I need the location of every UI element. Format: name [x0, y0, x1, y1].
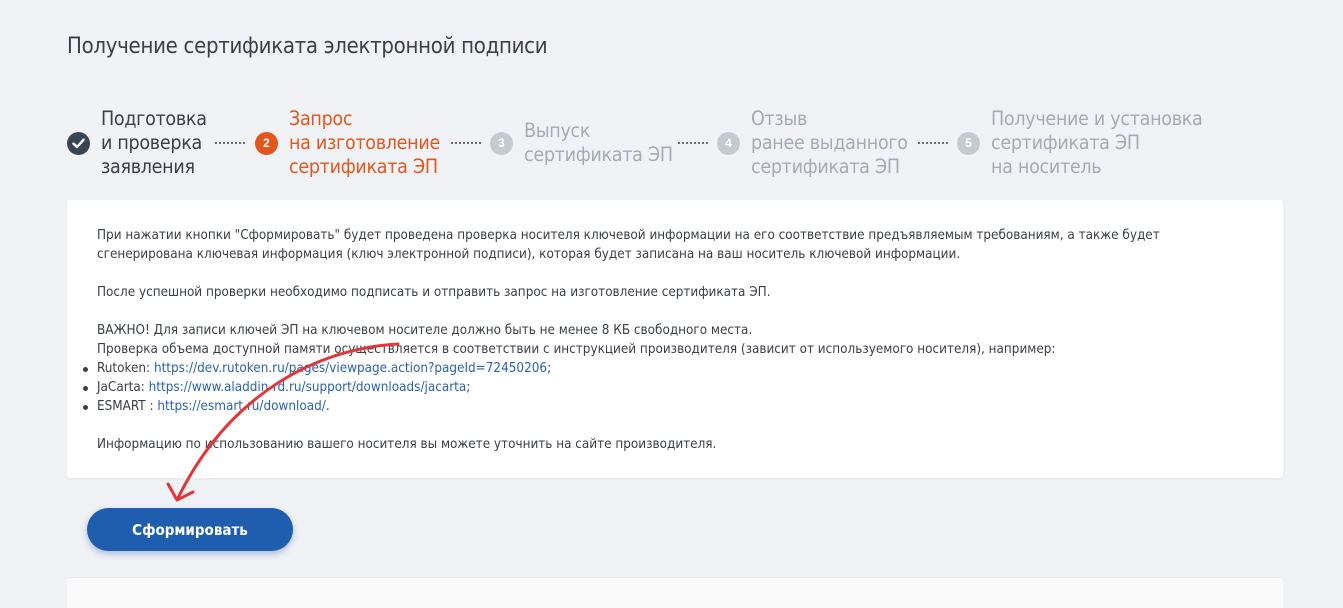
generate-button[interactable]: Сформировать — [87, 508, 293, 551]
step-connector — [215, 142, 245, 144]
info-card: При нажатии кнопки "Сформировать" будет … — [67, 200, 1283, 478]
vendor-link-list: Rutoken: https://dev.rutoken.ru/pages/vi… — [83, 359, 1257, 416]
step-2-label: Запрос на изготовление сертификата ЭП — [289, 107, 440, 178]
list-item: ESMART : https://esmart.ru/download/. — [83, 397, 1257, 416]
step-4-label: Отзыв ранее выданного сертификата ЭП — [751, 107, 908, 178]
step-connector — [451, 142, 481, 144]
page-title: Получение сертификата электронной подпис… — [67, 34, 548, 59]
step-3: 3 Выпуск сертификата ЭП — [490, 119, 673, 167]
jacarta-link[interactable]: https://www.aladdin-rd.ru/support/downlo… — [149, 380, 467, 395]
check-icon — [67, 131, 90, 155]
important-note: ВАЖНО! Для записи ключей ЭП на ключевом … — [97, 323, 753, 338]
step-connector — [678, 142, 708, 144]
step-number-icon: 5 — [957, 131, 980, 155]
rutoken-link[interactable]: https://dev.rutoken.ru/pages/viewpage.ac… — [154, 361, 547, 376]
step-connector — [918, 142, 948, 144]
next-section-card — [67, 577, 1283, 608]
esmart-link[interactable]: https://esmart.ru/download/ — [157, 399, 325, 414]
step-1: Подготовка и проверка заявления — [67, 107, 207, 179]
step-1-label: Подготовка и проверка заявления — [101, 107, 207, 178]
step-3-label: Выпуск сертификата ЭП — [524, 119, 673, 166]
step-4: 4 Отзыв ранее выданного сертификата ЭП — [717, 107, 908, 179]
info-text: При нажатии кнопки "Сформировать" будет … — [83, 226, 1257, 454]
info-paragraph: Проверка объема доступной памяти осущест… — [97, 342, 1056, 357]
info-paragraph: При нажатии кнопки "Сформировать" будет … — [97, 228, 1160, 262]
info-paragraph: Информацию по использованию вашего носит… — [97, 437, 717, 452]
step-number-icon: 4 — [717, 131, 740, 155]
list-item: JaCarta: https://www.aladdin-rd.ru/suppo… — [83, 378, 1257, 397]
step-2: 2 Запрос на изготовление сертификата ЭП — [255, 107, 440, 179]
step-number-icon: 3 — [490, 131, 513, 155]
step-5-label: Получение и установка сертификата ЭП на … — [991, 107, 1203, 178]
list-item: Rutoken: https://dev.rutoken.ru/pages/vi… — [83, 359, 1257, 378]
step-5: 5 Получение и установка сертификата ЭП н… — [957, 107, 1203, 179]
info-paragraph: После успешной проверки необходимо подпи… — [97, 285, 771, 300]
step-number-icon: 2 — [255, 131, 278, 155]
